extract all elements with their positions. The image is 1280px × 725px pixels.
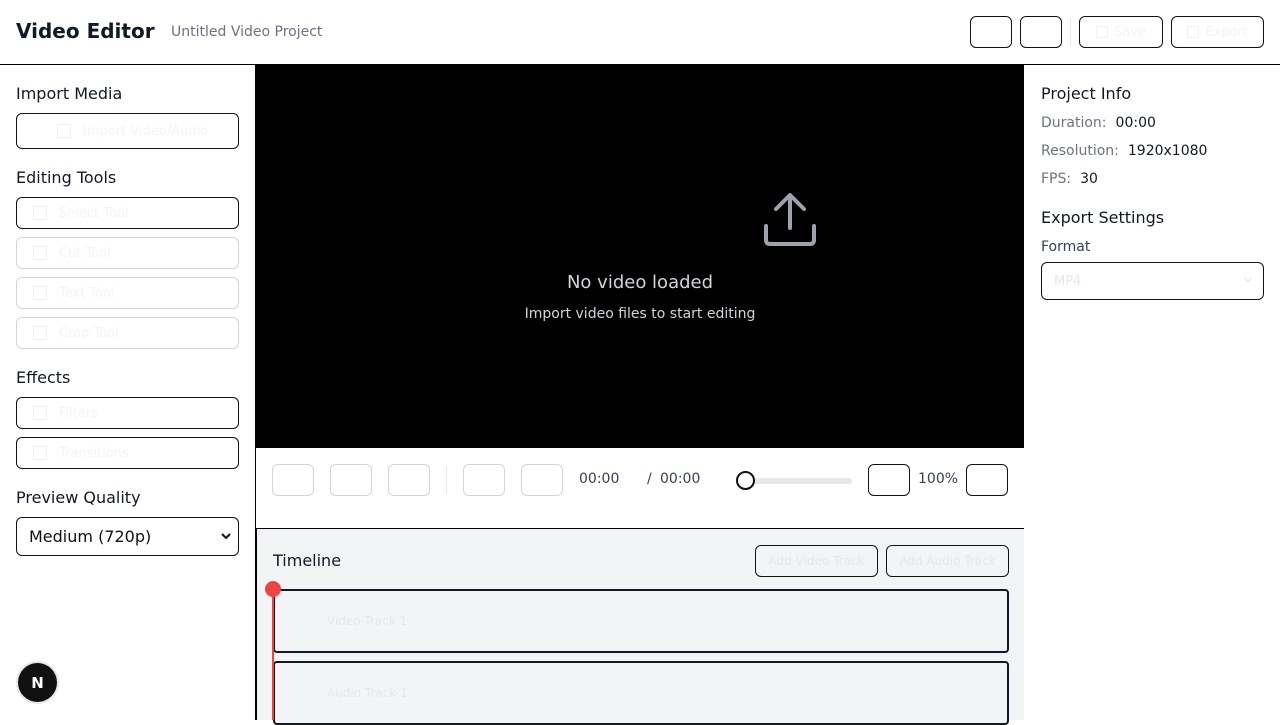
header-divider bbox=[1070, 18, 1071, 46]
text-tool-button[interactable]: Text Tool bbox=[16, 277, 239, 309]
duration-row: Duration: 00:00 bbox=[1041, 115, 1156, 131]
export-settings-title: Export Settings bbox=[1041, 208, 1165, 227]
pointer-icon bbox=[33, 206, 47, 220]
delete-button[interactable] bbox=[521, 464, 563, 496]
video-track[interactable]: Video Track 1 bbox=[273, 589, 1009, 653]
left-sidebar: Import Media Import Video/Audio Editing … bbox=[0, 65, 256, 720]
upload-icon bbox=[764, 193, 816, 246]
format-label: Format bbox=[1041, 239, 1091, 255]
current-time: 00:00 bbox=[579, 471, 620, 487]
video-preview: No video loaded Import video files to st… bbox=[256, 65, 1024, 448]
fps-value: 30 bbox=[1080, 171, 1098, 187]
zoom-in-button[interactable] bbox=[966, 464, 1008, 496]
fps-label: FPS: bbox=[1041, 171, 1072, 187]
select-tool-button[interactable]: Select Tool bbox=[16, 197, 239, 229]
playhead-line[interactable] bbox=[272, 589, 274, 720]
time-separator: / bbox=[647, 471, 652, 487]
duration-value: 00:00 bbox=[1115, 115, 1156, 131]
crop-tool-button[interactable]: Crop Tool bbox=[16, 317, 239, 349]
undo-button[interactable] bbox=[970, 16, 1012, 48]
timeline-panel: Timeline Add Video Track Add Audio Track… bbox=[256, 529, 1024, 725]
select-tool-label: Select Tool bbox=[59, 205, 129, 221]
chevron-down-icon bbox=[220, 527, 232, 546]
no-video-title: No video loaded bbox=[566, 272, 714, 293]
format-select[interactable]: MP4 bbox=[1041, 262, 1264, 300]
skip-back-button[interactable] bbox=[272, 464, 314, 496]
audio-track[interactable]: Audio Track 1 bbox=[273, 661, 1009, 725]
controls-divider bbox=[446, 466, 447, 494]
playback-controls: 00:00 / 00:00 100% bbox=[256, 448, 1024, 529]
video-track-label: Video Track 1 bbox=[327, 614, 408, 628]
dev-tools-badge[interactable]: N bbox=[18, 663, 57, 702]
add-video-track-button[interactable]: Add Video Track bbox=[755, 545, 878, 577]
cut-tool-label: Cut Tool bbox=[59, 245, 111, 261]
text-icon bbox=[33, 286, 47, 300]
preview-quality-title: Preview Quality bbox=[16, 488, 141, 507]
save-icon bbox=[1096, 26, 1109, 38]
import-media-title: Import Media bbox=[16, 84, 123, 103]
project-info-title: Project Info bbox=[1041, 84, 1132, 103]
editing-tools-title: Editing Tools bbox=[16, 168, 117, 187]
save-label: Save bbox=[1114, 24, 1146, 40]
transition-icon bbox=[33, 446, 47, 460]
effects-title: Effects bbox=[16, 368, 71, 387]
filters-button[interactable]: Filters bbox=[16, 397, 239, 429]
split-button[interactable] bbox=[463, 464, 505, 496]
crop-tool-label: Crop Tool bbox=[59, 325, 119, 341]
add-audio-track-button[interactable]: Add Audio Track bbox=[886, 545, 1009, 577]
zoom-out-button[interactable] bbox=[868, 464, 910, 496]
transitions-label: Transitions bbox=[59, 445, 129, 461]
seek-bar[interactable] bbox=[746, 478, 852, 484]
text-tool-label: Text Tool bbox=[59, 285, 115, 301]
zoom-level: 100% bbox=[918, 471, 959, 487]
import-media-label: Import Video/Audio bbox=[83, 123, 209, 139]
skip-forward-button[interactable] bbox=[388, 464, 430, 496]
transitions-button[interactable]: Transitions bbox=[16, 437, 239, 469]
app-header: Video Editor Untitled Video Project Save… bbox=[0, 0, 1280, 65]
format-value: MP4 bbox=[1054, 273, 1082, 289]
playhead-handle[interactable] bbox=[265, 581, 281, 597]
resolution-row: Resolution: 1920x1080 bbox=[1041, 143, 1207, 159]
cut-tool-button[interactable]: Cut Tool bbox=[16, 237, 239, 269]
save-button[interactable]: Save bbox=[1079, 16, 1163, 48]
timeline-title: Timeline bbox=[273, 551, 342, 570]
preview-quality-select[interactable]: Medium (720p) bbox=[16, 517, 239, 556]
app-title: Video Editor bbox=[16, 19, 155, 43]
export-icon bbox=[1187, 26, 1200, 38]
import-media-button[interactable]: Import Video/Audio bbox=[16, 113, 239, 149]
total-duration: 00:00 bbox=[660, 471, 701, 487]
scissors-icon bbox=[33, 246, 47, 260]
resolution-label: Resolution: bbox=[1041, 143, 1119, 159]
crop-icon bbox=[33, 326, 47, 340]
upload-icon bbox=[57, 124, 71, 138]
preview-quality-value: Medium (720p) bbox=[29, 527, 152, 546]
audio-track-label: Audio Track 1 bbox=[327, 686, 408, 700]
export-label: Export bbox=[1205, 24, 1248, 40]
right-sidebar: Project Info Duration: 00:00 Resolution:… bbox=[1025, 65, 1280, 720]
play-button[interactable] bbox=[330, 464, 372, 496]
fps-row: FPS: 30 bbox=[1041, 171, 1098, 187]
filters-label: Filters bbox=[59, 405, 98, 421]
project-name[interactable]: Untitled Video Project bbox=[171, 24, 322, 40]
duration-label: Duration: bbox=[1041, 115, 1107, 131]
filter-icon bbox=[33, 406, 47, 420]
seek-thumb[interactable] bbox=[736, 471, 755, 490]
resolution-value: 1920x1080 bbox=[1127, 143, 1208, 159]
redo-button[interactable] bbox=[1020, 16, 1062, 48]
no-video-subtitle: Import video files to start editing bbox=[524, 306, 756, 322]
chevron-down-icon bbox=[1243, 274, 1253, 289]
export-button[interactable]: Export bbox=[1171, 16, 1264, 48]
